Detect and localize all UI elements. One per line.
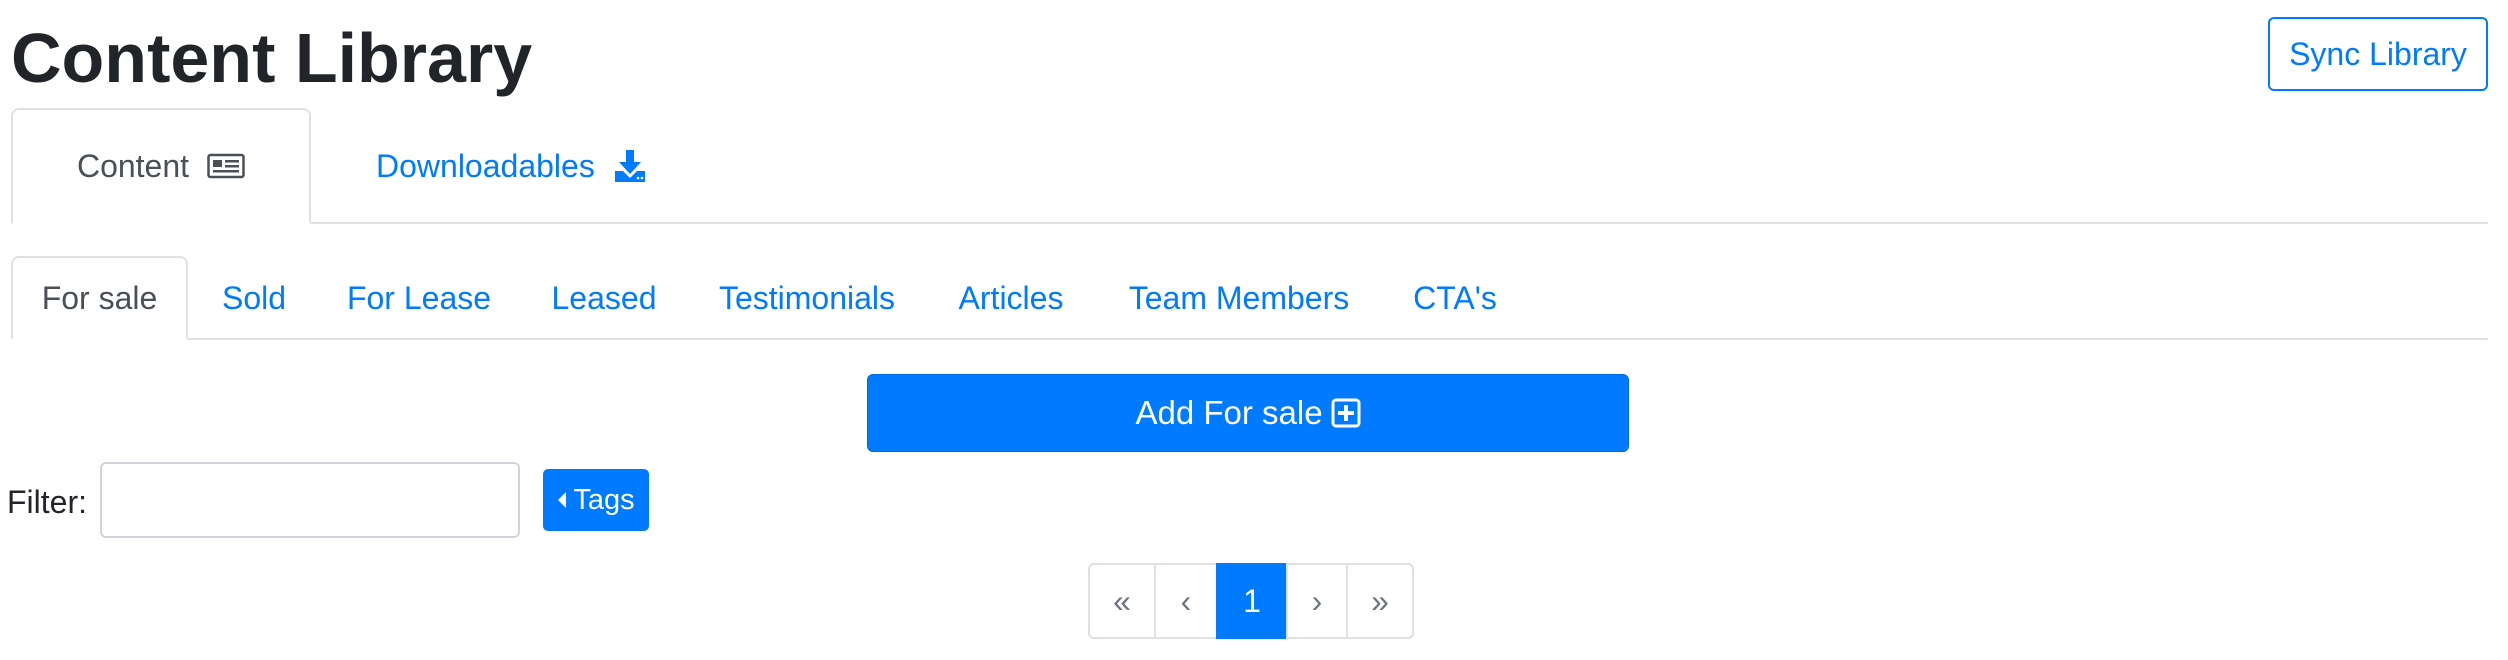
- filter-input[interactable]: [100, 462, 520, 538]
- content-library-page: Content Library Sync Library Content Dow…: [0, 0, 2508, 660]
- pagination: « ‹ 1 › »: [1088, 563, 1414, 639]
- add-for-sale-button[interactable]: Add For sale: [867, 374, 1629, 452]
- tab-downloadables[interactable]: Downloadables: [360, 108, 660, 224]
- page-last-button[interactable]: »: [1346, 563, 1414, 639]
- add-for-sale-label: Add For sale: [1135, 394, 1323, 431]
- subtab-for-lease[interactable]: For Lease: [334, 256, 504, 340]
- page-current-button[interactable]: 1: [1216, 563, 1288, 639]
- filter-label: Filter:: [7, 484, 87, 520]
- subtab-leased[interactable]: Leased: [531, 256, 677, 340]
- plus-square-icon: [1331, 398, 1361, 428]
- tab-downloadables-label: Downloadables: [376, 147, 595, 184]
- page-first-button[interactable]: «: [1088, 563, 1156, 639]
- page-next-button[interactable]: ›: [1286, 563, 1348, 639]
- sync-library-button[interactable]: Sync Library: [2268, 17, 2488, 91]
- subtab-sold[interactable]: Sold: [200, 256, 308, 340]
- subtab-testimonials[interactable]: Testimonials: [703, 256, 911, 340]
- tab-content[interactable]: Content: [11, 108, 311, 224]
- subtab-ctas[interactable]: CTA's: [1394, 256, 1516, 340]
- tab-content-label: Content: [76, 147, 190, 184]
- subtab-articles[interactable]: Articles: [941, 256, 1081, 340]
- page-prev-button[interactable]: ‹: [1154, 563, 1218, 639]
- subtab-team-members[interactable]: Team Members: [1116, 256, 1362, 340]
- tags-button[interactable]: Tags: [543, 469, 649, 531]
- newspaper-icon: [207, 152, 245, 180]
- caret-left-icon: [557, 491, 567, 509]
- tags-label: Tags: [573, 483, 635, 516]
- download-icon: [613, 149, 647, 183]
- subtab-for-sale[interactable]: For sale: [11, 256, 188, 340]
- page-title: Content Library: [11, 19, 533, 97]
